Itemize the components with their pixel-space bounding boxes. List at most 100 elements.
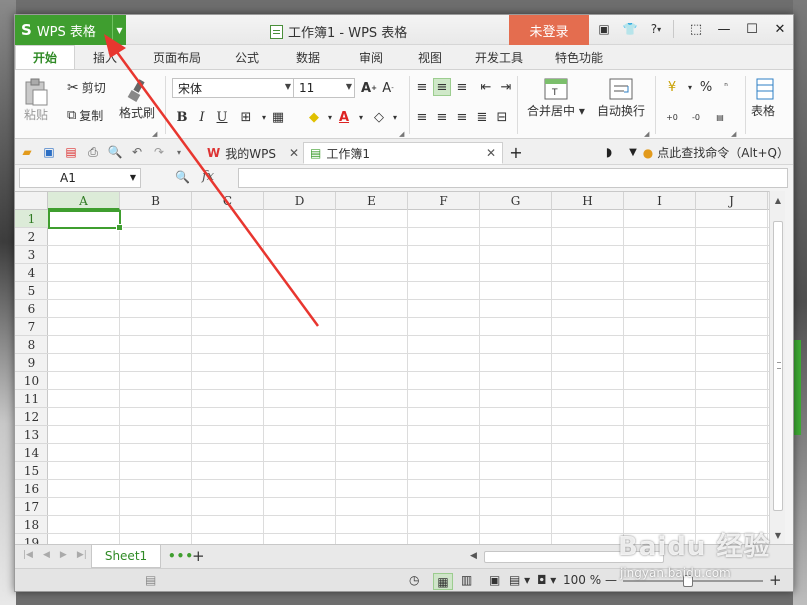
print-icon[interactable]: ⎙ (85, 144, 101, 160)
justify-icon[interactable]: ≣ (473, 108, 491, 126)
alignment-launcher-icon[interactable]: ◢ (644, 130, 649, 138)
close-button[interactable]: ✕ (769, 19, 791, 39)
tab-5[interactable]: 审阅 (341, 45, 401, 69)
grow-font-icon[interactable]: A + (360, 79, 378, 97)
number-format-icon[interactable]: ▤ (711, 108, 729, 126)
shrink-font-icon[interactable]: A- (379, 79, 397, 97)
row-header[interactable]: 14 (15, 444, 48, 462)
row-header[interactable]: 16 (15, 480, 48, 498)
skin-icon[interactable]: 👕 (621, 20, 639, 38)
align-right-icon[interactable]: ≡ (453, 108, 471, 126)
row-header[interactable]: 1 (15, 210, 48, 228)
eye-protection-icon[interactable]: ◘ ▾ (537, 573, 556, 587)
column-header[interactable]: I (624, 192, 696, 210)
row-header[interactable]: 18 (15, 516, 48, 534)
font-name-select[interactable]: 宋体 ▼ (172, 78, 294, 98)
column-header[interactable]: H (552, 192, 624, 210)
close-tab-icon[interactable]: ✕ (289, 146, 299, 160)
gift-icon[interactable]: ▣ (595, 20, 613, 38)
active-cell-a1[interactable] (48, 210, 123, 231)
column-header[interactable]: D (264, 192, 336, 210)
row-header[interactable]: 3 (15, 246, 48, 264)
paste-button[interactable]: 粘贴 (23, 78, 49, 123)
login-button[interactable]: 未登录 (509, 15, 589, 45)
column-header[interactable]: C (192, 192, 264, 210)
maximize-button[interactable]: ☐ (741, 19, 763, 39)
tab-6[interactable]: 视图 (401, 45, 459, 69)
first-sheet-icon[interactable]: |◀ (23, 550, 33, 560)
restore-layout-icon[interactable]: ⬚ (685, 19, 707, 39)
wrap-text-button[interactable]: 自动换行 (597, 76, 645, 119)
decrease-indent-icon[interactable]: ⇤ (477, 78, 495, 96)
document-mode-icon[interactable]: ◗ (601, 144, 617, 160)
column-header[interactable]: B (120, 192, 192, 210)
distributed-icon[interactable]: ⊟ (493, 108, 511, 126)
row-header[interactable]: 13 (15, 426, 48, 444)
cell-area[interactable] (48, 210, 769, 544)
tab-1[interactable]: 插入 (75, 45, 135, 69)
row-header[interactable]: 10 (15, 372, 48, 390)
command-search[interactable]: ● 点此查找命令（Alt+Q） (643, 144, 789, 161)
tab-3[interactable]: 公式 (219, 45, 275, 69)
currency-icon[interactable]: ¥ (663, 78, 681, 96)
more-sheets-icon[interactable]: ••• (168, 549, 194, 563)
sheet-tab-sheet1[interactable]: Sheet1 (91, 545, 161, 568)
column-header[interactable]: F (408, 192, 480, 210)
vertical-scroll-thumb[interactable] (773, 221, 783, 511)
new-tab-icon[interactable]: + (508, 143, 524, 162)
cut-button[interactable]: ✂ 剪切 (67, 79, 106, 96)
tab-8[interactable]: 特色功能 (539, 45, 619, 69)
font-launcher-icon[interactable]: ◢ (399, 130, 404, 138)
scroll-left-icon[interactable]: ◀ (470, 551, 477, 561)
row-header[interactable]: 8 (15, 336, 48, 354)
formula-input[interactable] (238, 168, 788, 188)
bold-button[interactable]: B (173, 108, 191, 126)
font-color-caret-icon[interactable]: ▾ (352, 108, 370, 126)
borders-icon[interactable]: ⊞ (237, 108, 255, 126)
decrease-decimal-icon[interactable]: -0 (687, 108, 705, 126)
tab-0[interactable]: 开始 (15, 45, 75, 69)
row-header[interactable]: 4 (15, 264, 48, 282)
row-header[interactable]: 5 (15, 282, 48, 300)
app-menu-caret-icon[interactable]: ▼ (112, 15, 126, 45)
print-preview-icon[interactable]: 🔍 (107, 144, 123, 160)
next-sheet-icon[interactable]: ▶ (60, 550, 67, 560)
normal-view-icon[interactable]: ▦ (433, 573, 453, 590)
reading-mode-icon[interactable]: ▤ ▾ (509, 573, 530, 587)
clear-caret-icon[interactable]: ▾ (386, 108, 404, 126)
zoom-out-icon[interactable]: — (605, 573, 617, 587)
history-icon[interactable]: ◷ (409, 573, 419, 587)
increase-decimal-icon[interactable]: +0 (663, 108, 681, 126)
align-bottom-icon[interactable]: ≡ (453, 78, 471, 96)
side-panel-handle[interactable] (793, 340, 801, 435)
doc-tab-workbook1[interactable]: ▤ 工作簿1 ✕ (303, 142, 503, 164)
row-header[interactable]: 11 (15, 390, 48, 408)
scroll-down-icon[interactable]: ▼ (770, 528, 786, 542)
close-tab-icon[interactable]: ✕ (486, 146, 496, 160)
zoom-slider[interactable] (623, 580, 763, 582)
tab-2[interactable]: 页面布局 (135, 45, 219, 69)
align-left-icon[interactable]: ≡ (413, 108, 431, 126)
underline-button[interactable]: U (213, 108, 231, 126)
doc-tab-my-wps[interactable]: W 我的WPS ✕ (201, 142, 305, 164)
save-icon[interactable]: ▣ (41, 144, 57, 160)
add-sheet-icon[interactable]: + (192, 547, 205, 565)
align-top-icon[interactable]: ≡ (413, 78, 431, 96)
macro-record-icon[interactable]: ▤ (145, 573, 156, 587)
format-painter-button[interactable]: 格式刷 (119, 78, 155, 121)
customize-caret-icon[interactable]: ▾ (171, 144, 187, 160)
help-button[interactable]: ? ▾ (647, 20, 665, 38)
table-style-button[interactable]: 表格 (751, 76, 775, 119)
row-header[interactable]: 19 (15, 534, 48, 544)
number-launcher-icon[interactable]: ◢ (731, 130, 736, 138)
row-header[interactable]: 6 (15, 300, 48, 318)
merge-center-button[interactable]: T 合并居中 ▾ (527, 76, 585, 119)
percent-icon[interactable]: % (697, 78, 715, 96)
tab-list-icon[interactable]: ▼ (625, 144, 641, 160)
select-all-corner[interactable] (15, 192, 48, 210)
undo-icon[interactable]: ↶ (129, 144, 145, 160)
column-header[interactable]: A (48, 192, 120, 210)
font-color-icon[interactable]: A (335, 108, 353, 126)
name-box[interactable]: A1 ▼ (19, 168, 141, 188)
zoom-level[interactable]: 100 % (563, 573, 601, 587)
